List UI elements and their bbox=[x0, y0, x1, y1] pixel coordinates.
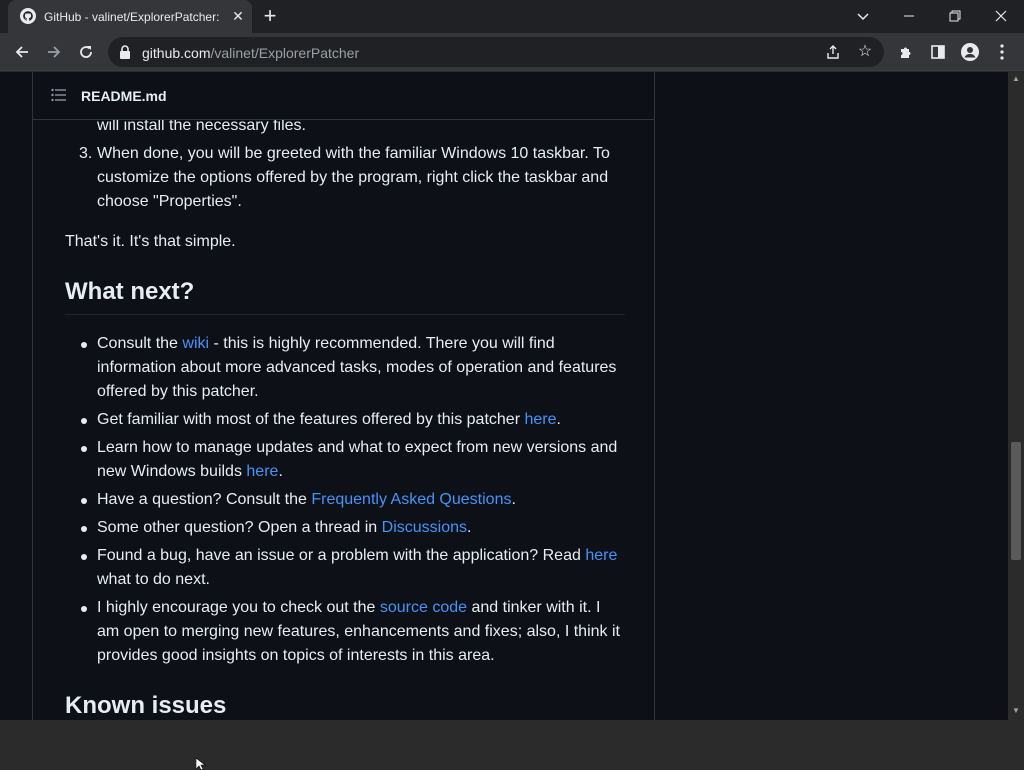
list-item-text: choose "Properties". bbox=[97, 193, 242, 210]
page-scrollbar[interactable]: ▲ ▼ bbox=[1008, 72, 1024, 720]
wiki-link[interactable]: wiki bbox=[182, 335, 209, 352]
list-item-text: customize the options offered by the pro… bbox=[97, 169, 609, 186]
close-window-button[interactable] bbox=[986, 4, 1016, 28]
url-text: github.com/valinet/ExplorerPatcher bbox=[142, 45, 359, 61]
new-tab-button[interactable]: + bbox=[260, 5, 280, 27]
tab-strip: GitHub - valinet/ExplorerPatcher: This p… bbox=[0, 0, 1024, 33]
list-item-text: Learn how to manage updates and what to … bbox=[97, 439, 618, 456]
list-item: I highly encourage you to check out the … bbox=[97, 596, 657, 620]
profile-avatar-icon[interactable] bbox=[958, 40, 982, 64]
back-button[interactable] bbox=[10, 40, 34, 64]
github-icon bbox=[20, 8, 36, 24]
side-panel-icon[interactable] bbox=[926, 40, 950, 64]
tab-title: GitHub - valinet/ExplorerPatcher: This p… bbox=[44, 10, 222, 24]
address-bar[interactable]: github.com/valinet/ExplorerPatcher ☆ bbox=[108, 37, 884, 67]
menu-kebab-icon[interactable] bbox=[990, 40, 1014, 64]
bullet-marker bbox=[81, 526, 87, 532]
bullet-marker bbox=[81, 498, 87, 504]
reload-button[interactable] bbox=[74, 40, 98, 64]
bullet-marker bbox=[81, 446, 87, 452]
list-item-text: Some other question? Open a thread in bbox=[97, 519, 382, 536]
list-item-text: am open to merging new features, enhance… bbox=[97, 623, 620, 640]
discussions-link[interactable]: Discussions bbox=[382, 519, 467, 536]
page-viewport: README.md will install the necessary fil… bbox=[0, 72, 1008, 720]
mouse-cursor-icon bbox=[196, 758, 206, 770]
bookmark-star-icon[interactable]: ☆ bbox=[854, 41, 876, 63]
heading-known-issues: Known issues bbox=[65, 692, 227, 719]
bullet-marker bbox=[81, 554, 87, 560]
list-item-text: . bbox=[467, 519, 472, 536]
bottom-strip bbox=[0, 720, 1024, 768]
forward-button[interactable] bbox=[42, 40, 66, 64]
list-item-text: and tinker with it. I bbox=[467, 599, 601, 616]
list-item: Consult the wiki - this is highly recomm… bbox=[97, 332, 657, 356]
url-path: /valinet/ExplorerPatcher bbox=[210, 45, 360, 61]
url-host: github.com bbox=[142, 45, 211, 61]
browser-tab-active[interactable]: GitHub - valinet/ExplorerPatcher: This p… bbox=[8, 0, 252, 33]
paragraph: That's it. It's that simple. bbox=[65, 233, 236, 250]
updates-here-link[interactable]: here bbox=[246, 463, 278, 480]
scrollbar-thumb[interactable] bbox=[1011, 442, 1021, 560]
list-item: Get familiar with most of the features o… bbox=[97, 408, 657, 432]
extensions-puzzle-icon[interactable] bbox=[894, 40, 918, 64]
list-item-text: I highly encourage you to check out the bbox=[97, 599, 380, 616]
list-item-text: information about more advanced tasks, m… bbox=[97, 359, 617, 376]
list-item-text: - this is highly recommended. There you … bbox=[209, 335, 555, 352]
bug-here-link[interactable]: here bbox=[585, 547, 617, 564]
list-item-text: what to do next. bbox=[97, 571, 210, 588]
readme-header: README.md bbox=[32, 72, 655, 120]
tab-close-icon[interactable]: ✕ bbox=[230, 8, 246, 24]
heading-what-next: What next? bbox=[65, 278, 195, 305]
features-here-link[interactable]: here bbox=[524, 411, 556, 428]
list-item-text: Have a question? Consult the bbox=[97, 491, 312, 508]
tab-search-chevron-icon[interactable] bbox=[848, 4, 878, 28]
list-item-text: new Windows builds bbox=[97, 463, 247, 480]
bullet-marker bbox=[81, 606, 87, 612]
restore-button[interactable] bbox=[940, 4, 970, 28]
faq-link[interactable]: Frequently Asked Questions bbox=[311, 491, 511, 508]
scroll-up-arrow-icon[interactable]: ▲ bbox=[1008, 72, 1024, 86]
source-code-link[interactable]: source code bbox=[380, 599, 467, 616]
minimize-button[interactable] bbox=[894, 4, 924, 28]
list-item-text: . bbox=[278, 463, 283, 480]
scroll-down-arrow-icon[interactable]: ▼ bbox=[1008, 704, 1024, 718]
list-item-text: provides good insights on topics of inte… bbox=[97, 647, 495, 664]
table-of-contents-icon[interactable] bbox=[51, 88, 67, 102]
list-item: new Windows builds here. bbox=[97, 460, 657, 484]
list-item-text: Found a bug, have an issue or a problem … bbox=[97, 547, 586, 564]
browser-toolbar: github.com/valinet/ExplorerPatcher ☆ bbox=[0, 33, 1024, 71]
heading-divider bbox=[65, 314, 625, 315]
list-item-text: Get familiar with most of the features o… bbox=[97, 411, 525, 428]
readme-filename[interactable]: README.md bbox=[81, 88, 167, 104]
share-icon[interactable] bbox=[822, 41, 844, 63]
list-item-text: . bbox=[511, 491, 516, 508]
list-item-text: When done, you will be greeted with the … bbox=[97, 145, 610, 162]
list-item-text: Consult the bbox=[97, 335, 183, 352]
bullet-marker bbox=[81, 418, 87, 424]
list-item: Some other question? Open a thread in Di… bbox=[97, 516, 657, 540]
bullet-marker bbox=[81, 342, 87, 348]
list-item: Found a bug, have an issue or a problem … bbox=[97, 544, 657, 568]
list-item-text: offered by this patcher. bbox=[97, 383, 259, 400]
lock-icon[interactable] bbox=[118, 44, 132, 60]
list-item: Have a question? Consult the Frequently … bbox=[97, 488, 657, 512]
list-number: 3. bbox=[79, 145, 93, 162]
list-item-text: . bbox=[556, 411, 561, 428]
